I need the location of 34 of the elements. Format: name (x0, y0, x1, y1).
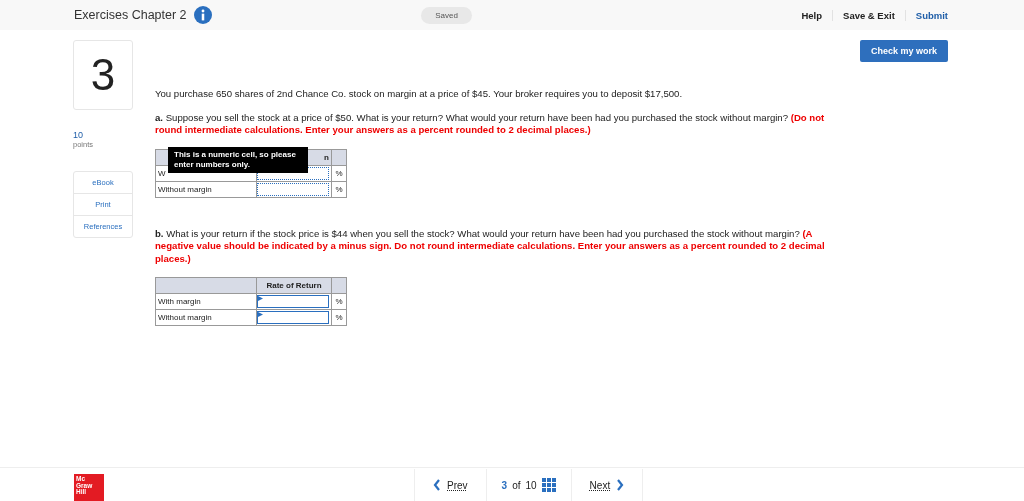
page-of-label: of (512, 479, 521, 491)
question-text: You purchase 650 shares of 2nd Chance Co. stock on margin at a price of $45. Your broker requires you to deposit $17,500. (155, 88, 684, 99)
prev-button[interactable]: Prev (414, 469, 486, 501)
total-pages: 10 (525, 479, 537, 491)
question-part-text: b. What is your return if the stock price is $44 when you sell the stock? What would your return have been had you purchased the stock without margin? (A negative value should be indicated by a minus sign. Do not round intermediate calculations. Enter your answers as a percent rounded to 2 decimal places.) (155, 227, 826, 266)
saved-status: Saved (421, 6, 472, 24)
question-part-text: a. Suppose you sell the stock at a price of $50. What is your return? What would your return have been had you purchased the stock without margin? (Do not round intermediate calculations. Enter your answers as a percent rounded to 2 decimal places.) (155, 112, 826, 137)
info-icon[interactable] (193, 6, 212, 24)
points-value: 10 (73, 130, 84, 140)
check-my-work-button[interactable]: Check my work (859, 40, 948, 62)
column-header: Rate of Return (256, 277, 332, 294)
header-link[interactable]: Submit (904, 9, 948, 21)
row-label: Without margin (155, 309, 257, 326)
chevron-right-icon (616, 479, 625, 491)
assignment-title: Exercises Chapter 2 (74, 8, 187, 22)
chevron-left-icon (433, 479, 441, 491)
header-link[interactable]: Help (791, 9, 833, 21)
answer-field[interactable] (257, 311, 329, 325)
row-label: Without margin (155, 181, 257, 198)
current-page: 3 (501, 479, 508, 491)
unit-label: % (331, 181, 347, 198)
answer-field[interactable] (257, 182, 329, 196)
next-button[interactable]: Next (570, 469, 644, 501)
triangle-icon (258, 296, 263, 302)
row-label: With margin (155, 293, 257, 310)
answer-field[interactable] (257, 295, 329, 309)
tooltip: This is a numeric cell, so please enter numbers only. (168, 146, 308, 173)
unit-label: % (331, 165, 347, 182)
grid-icon[interactable] (541, 478, 556, 492)
triangle-icon (258, 312, 263, 318)
header-link[interactable]: Save & Exit (832, 9, 905, 21)
unit-label: % (331, 293, 347, 310)
question-number: 3 (73, 40, 133, 110)
unit-label: % (331, 309, 347, 326)
